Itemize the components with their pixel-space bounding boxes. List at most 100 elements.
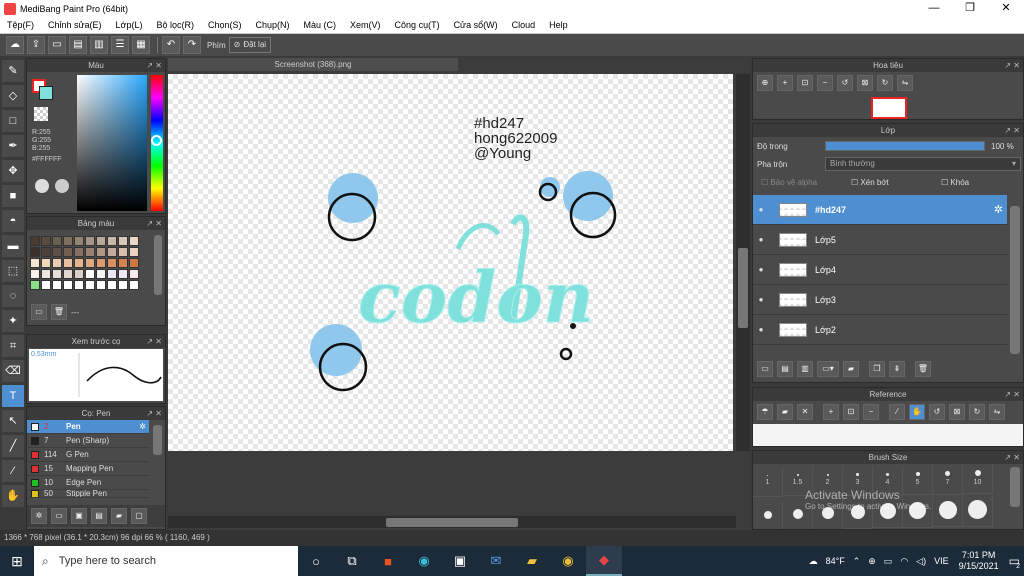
palette-swatch[interactable] [118, 247, 128, 257]
duplicate-layer-icon[interactable]: ❐ [869, 361, 885, 377]
color-settings-icon[interactable] [55, 179, 69, 193]
palette-swatch[interactable] [63, 258, 73, 268]
notification-icon[interactable]: ▭ 2 [1009, 554, 1020, 570]
cloud-icon[interactable]: ☁ [6, 36, 24, 54]
menu-filter[interactable]: Bộ lọc(R) [149, 20, 201, 30]
palette-swatch[interactable] [63, 236, 73, 246]
palette-swatch[interactable] [96, 258, 106, 268]
palette-swatch[interactable] [41, 258, 51, 268]
scroll-thumb[interactable] [738, 248, 748, 328]
palette-swatch[interactable] [52, 280, 62, 290]
zoom-icon[interactable]: ⊕ [757, 75, 773, 91]
brush-tool-icon[interactable]: ✎ [2, 60, 24, 82]
protect-alpha-checkbox[interactable]: ☐ Bảo vệ alpha [761, 178, 851, 187]
layer-menu-icon[interactable]: ▭▾ [817, 361, 839, 377]
text-tool-icon[interactable]: T [2, 385, 24, 407]
palette-swatch[interactable] [52, 269, 62, 279]
eraser-tool-icon[interactable]: ◇ [2, 85, 24, 107]
delete-layer-icon[interactable]: 🗑 [915, 361, 931, 377]
open-reference-icon[interactable]: ☂ [757, 404, 773, 420]
redo-icon[interactable]: ↷ [183, 36, 201, 54]
drawing-canvas[interactable]: #hd247 hong622009 @Young codon [168, 74, 733, 451]
panel-float-icon[interactable]: ↗ ✕ [1004, 388, 1020, 401]
palette-swatch[interactable] [74, 280, 84, 290]
flip-icon[interactable]: ⇋ [989, 404, 1005, 420]
panel-float-icon[interactable]: ↗ ✕ [146, 407, 162, 420]
layer-folder-icon[interactable]: ▰ [843, 361, 859, 377]
taskbar-search[interactable]: ⌕ Type here to search [34, 546, 298, 576]
zoom-in-icon[interactable]: + [823, 404, 839, 420]
palette-swatch[interactable] [63, 269, 73, 279]
palette-swatch[interactable] [74, 247, 84, 257]
move-tool-icon[interactable]: ✥ [2, 160, 24, 182]
new-8bit-layer-icon[interactable]: ▥ [797, 361, 813, 377]
zoom-out-icon[interactable]: − [817, 75, 833, 91]
rotate-left-icon[interactable]: ↺ [837, 75, 853, 91]
file-explorer-icon[interactable]: ▰ [514, 546, 550, 576]
palette-swatch[interactable] [129, 280, 139, 290]
palette-swatch[interactable] [52, 247, 62, 257]
battery-icon[interactable]: ▭ [884, 556, 893, 567]
minimize-button[interactable]: — [916, 0, 952, 17]
palette-swatch[interactable] [118, 236, 128, 246]
palette-swatch[interactable] [96, 280, 106, 290]
fit-icon[interactable]: ⊡ [843, 404, 859, 420]
menu-cloud[interactable]: Cloud [505, 20, 543, 30]
brush-size-option[interactable]: 10 [963, 464, 993, 494]
palette-swatch[interactable] [96, 247, 106, 257]
weather-icon[interactable]: ☁ [809, 556, 818, 567]
rotate-right-icon[interactable]: ↻ [969, 404, 985, 420]
message-icon[interactable]: ▤ [69, 36, 87, 54]
brush-item-pen[interactable]: 2 Pen ✲ [27, 420, 149, 434]
menu-color[interactable]: Màu (C) [297, 20, 344, 30]
fill-rect-tool-icon[interactable]: ■ [2, 185, 24, 207]
menu-view[interactable]: Xem(V) [343, 20, 388, 30]
palette-swatch[interactable] [30, 269, 40, 279]
palette-swatch[interactable] [74, 269, 84, 279]
windows-start-icon[interactable]: ⊞ [0, 546, 34, 576]
comment-icon[interactable]: ▭ [48, 36, 66, 54]
menu-tools[interactable]: Công cụ(T) [388, 20, 447, 30]
clipping-checkbox[interactable]: ☐ Xén bớt [851, 178, 941, 187]
menu-select[interactable]: Chọn(S) [201, 20, 249, 30]
panel-float-icon[interactable]: ↗ ✕ [146, 59, 162, 72]
brush-item-stipple-pen[interactable]: 50 Stipple Pen [27, 490, 149, 498]
palette-swatch[interactable] [41, 280, 51, 290]
select-tool-icon[interactable]: ⬚ [2, 260, 24, 282]
maximize-button[interactable]: ❐ [952, 0, 988, 17]
palette-swatch[interactable] [30, 236, 40, 246]
menu-window[interactable]: Cửa sổ(W) [447, 20, 505, 30]
visibility-icon[interactable]: ● [753, 235, 769, 244]
divide-tool-icon[interactable]: ╱ [2, 435, 24, 457]
folder-icon[interactable]: ▰ [777, 404, 793, 420]
select-eraser-tool-icon[interactable]: ⌫ [2, 360, 24, 382]
select-pen-tool-icon[interactable]: ⌗ [2, 335, 24, 357]
brush-size-option[interactable] [753, 502, 783, 529]
lock-checkbox[interactable]: ☐ Khóa [941, 178, 969, 187]
layer-row[interactable]: ● Lớp2 [753, 315, 1007, 345]
eyedropper-icon[interactable]: ⁄ [889, 404, 905, 420]
brush-item-edge-pen[interactable]: 10 Edge Pen [27, 476, 149, 490]
palette-scrollbar[interactable] [154, 235, 162, 295]
visibility-icon[interactable]: ● [753, 265, 769, 274]
palette-swatch[interactable] [96, 236, 106, 246]
palette-swatch[interactable] [30, 247, 40, 257]
palette-swatch[interactable] [118, 280, 128, 290]
brush-duplicate-icon[interactable]: ▣ [71, 508, 87, 524]
clock[interactable]: 7:01 PM 9/15/2021 [959, 550, 999, 572]
brush-item-pen-sharp[interactable]: 7 Pen (Sharp) [27, 434, 149, 448]
menu-file[interactable]: Tệp(F) [0, 20, 41, 30]
office-icon[interactable]: ■ [370, 546, 406, 576]
palette-swatch[interactable] [107, 258, 117, 268]
merge-layer-icon[interactable]: ⇟ [889, 361, 905, 377]
panel-float-icon[interactable]: ↗ ✕ [1004, 451, 1020, 464]
palette-swatch[interactable] [63, 247, 73, 257]
palette-swatch[interactable] [74, 236, 84, 246]
palette-selector[interactable]: --- [71, 308, 79, 317]
hand-tool-icon[interactable]: ✋ [2, 485, 24, 507]
brush-size-option[interactable] [963, 496, 993, 527]
cortana-icon[interactable]: ○ [298, 546, 334, 576]
undo-icon[interactable]: ↶ [162, 36, 180, 54]
share-icon[interactable]: ⇪ [27, 36, 45, 54]
zoom-in-icon[interactable]: + [777, 75, 793, 91]
